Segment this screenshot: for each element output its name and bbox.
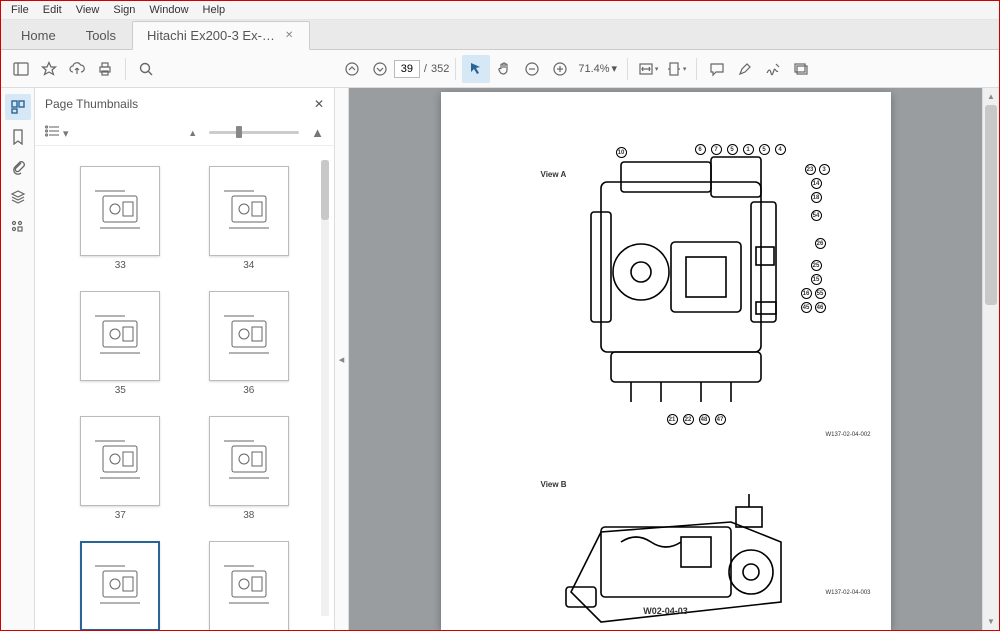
panel-scrollbar[interactable]: [318, 146, 332, 630]
sidebar-toggle-icon[interactable]: [7, 55, 35, 83]
thumbnail-page-37[interactable]: 37: [71, 416, 170, 521]
hand-icon[interactable]: [490, 55, 518, 83]
callout-10: 10: [616, 147, 627, 158]
zoom-dropdown[interactable]: 71.4%▾: [574, 62, 621, 75]
thumbnails-icon[interactable]: [5, 94, 31, 120]
callout-22: 22: [683, 414, 694, 425]
page-footer: W02-04-03: [441, 606, 891, 616]
search-icon[interactable]: [132, 55, 160, 83]
thumb-small-icon: ▲: [188, 128, 197, 138]
menu-help[interactable]: Help: [197, 2, 232, 18]
callout-5: 5: [727, 144, 738, 155]
scroll-down-icon[interactable]: ▼: [983, 613, 999, 630]
chevron-down-icon: ▾: [655, 65, 659, 73]
callout-14: 14: [811, 178, 822, 189]
zoom-out-icon[interactable]: [518, 55, 546, 83]
tab-bar: Home Tools Hitachi Ex200-3 Ex-… ✕: [1, 20, 999, 50]
collapse-panel-icon[interactable]: ◂: [335, 88, 349, 630]
thumbnail-page-33[interactable]: 33: [71, 166, 170, 271]
menu-edit[interactable]: Edit: [37, 2, 68, 18]
thumbnail-panel: Page Thumbnails ✕ ▾ ▲ ▲ 33 34 35 36 37 38 39 40…: [35, 88, 335, 630]
callout-55: 55: [815, 288, 826, 299]
view-a-label: View A: [541, 170, 567, 179]
panel-title: Page Thumbnails: [45, 97, 138, 111]
close-tab-icon[interactable]: ✕: [283, 30, 295, 41]
page-view-icon[interactable]: ▾: [662, 55, 690, 83]
callout-25: 25: [811, 260, 822, 271]
print-icon[interactable]: [91, 55, 119, 83]
tab-document[interactable]: Hitachi Ex200-3 Ex-… ✕: [132, 21, 310, 50]
stamp-icon[interactable]: [787, 55, 815, 83]
thumbnail-page-35[interactable]: 35: [71, 291, 170, 396]
tab-document-label: Hitachi Ex200-3 Ex-…: [147, 28, 275, 43]
figure-code-2: W137-02-04-003: [825, 590, 870, 596]
menu-sign[interactable]: Sign: [107, 2, 141, 18]
more-tools-icon[interactable]: [5, 214, 31, 240]
menu-window[interactable]: Window: [143, 2, 194, 18]
attachment-icon[interactable]: [5, 154, 31, 180]
zoom-in-icon[interactable]: [546, 55, 574, 83]
thumbnail-page-36[interactable]: 36: [200, 291, 299, 396]
callout-15: 15: [811, 274, 822, 285]
scroll-up-icon[interactable]: ▲: [983, 88, 999, 105]
thumbnail-page-40[interactable]: 40: [200, 541, 299, 630]
highlight-icon[interactable]: [731, 55, 759, 83]
tab-home[interactable]: Home: [7, 22, 70, 49]
callout-4: 4: [775, 144, 786, 155]
page-indicator: / 352: [394, 60, 449, 78]
layers-icon[interactable]: [5, 184, 31, 210]
callout-48: 48: [699, 414, 710, 425]
bookmark-icon[interactable]: [5, 124, 31, 150]
total-pages: 352: [431, 63, 449, 75]
diagram-view-a: [571, 152, 791, 412]
document-viewer[interactable]: View A 6751541023314185426251516554546: [349, 88, 982, 630]
fit-width-icon[interactable]: ▾: [634, 55, 662, 83]
callout-5: 5: [759, 144, 770, 155]
star-icon[interactable]: [35, 55, 63, 83]
close-panel-icon[interactable]: ✕: [314, 97, 324, 111]
thumb-size-slider[interactable]: [209, 131, 299, 134]
chevron-down-icon: ▾: [683, 65, 687, 73]
chevron-down-icon: ▾: [612, 62, 618, 75]
callout-47: 47: [715, 414, 726, 425]
callout-46: 46: [815, 302, 826, 313]
thumbnail-page-34[interactable]: 34: [200, 166, 299, 271]
callout-7: 7: [711, 144, 722, 155]
comment-icon[interactable]: [703, 55, 731, 83]
menu-view[interactable]: View: [70, 2, 106, 18]
page-canvas: View A 6751541023314185426251516554546: [441, 92, 891, 630]
callout-6: 6: [695, 144, 706, 155]
menu-bar: File Edit View Sign Window Help: [1, 1, 999, 20]
callout-21: 21: [667, 414, 678, 425]
page-up-icon[interactable]: [338, 55, 366, 83]
signature-icon[interactable]: [759, 55, 787, 83]
callout-26: 26: [815, 238, 826, 249]
toolbar: / 352 71.4%▾ ▾ ▾: [1, 50, 999, 88]
page-down-icon[interactable]: [366, 55, 394, 83]
current-page-input[interactable]: [394, 60, 420, 78]
callout-18: 18: [811, 192, 822, 203]
callout-16: 16: [801, 288, 812, 299]
viewer-scrollbar[interactable]: ▲ ▼: [982, 88, 999, 630]
thumbnail-page-38[interactable]: 38: [200, 416, 299, 521]
page-separator: /: [424, 63, 427, 75]
callout-1: 1: [743, 144, 754, 155]
tab-tools[interactable]: Tools: [72, 22, 130, 49]
view-b-label: View B: [541, 480, 567, 489]
thumbnail-page-39[interactable]: 39: [71, 541, 170, 630]
callout-45: 45: [801, 302, 812, 313]
thumb-large-icon: ▲: [311, 125, 324, 140]
panel-options-icon[interactable]: ▾: [45, 125, 69, 140]
callout-54: 54: [811, 210, 822, 221]
scroll-thumb[interactable]: [985, 105, 997, 305]
callout-3: 3: [819, 164, 830, 175]
pointer-icon[interactable]: [462, 55, 490, 83]
menu-file[interactable]: File: [5, 2, 35, 18]
main-area: Page Thumbnails ✕ ▾ ▲ ▲ 3334353637383940…: [1, 88, 999, 630]
callout-23: 23: [805, 164, 816, 175]
figure-code-1: W137-02-04-002: [825, 432, 870, 438]
left-rail: [1, 88, 35, 630]
thumbnail-grid: 33343536373839404142: [35, 146, 334, 630]
cloud-upload-icon[interactable]: [63, 55, 91, 83]
